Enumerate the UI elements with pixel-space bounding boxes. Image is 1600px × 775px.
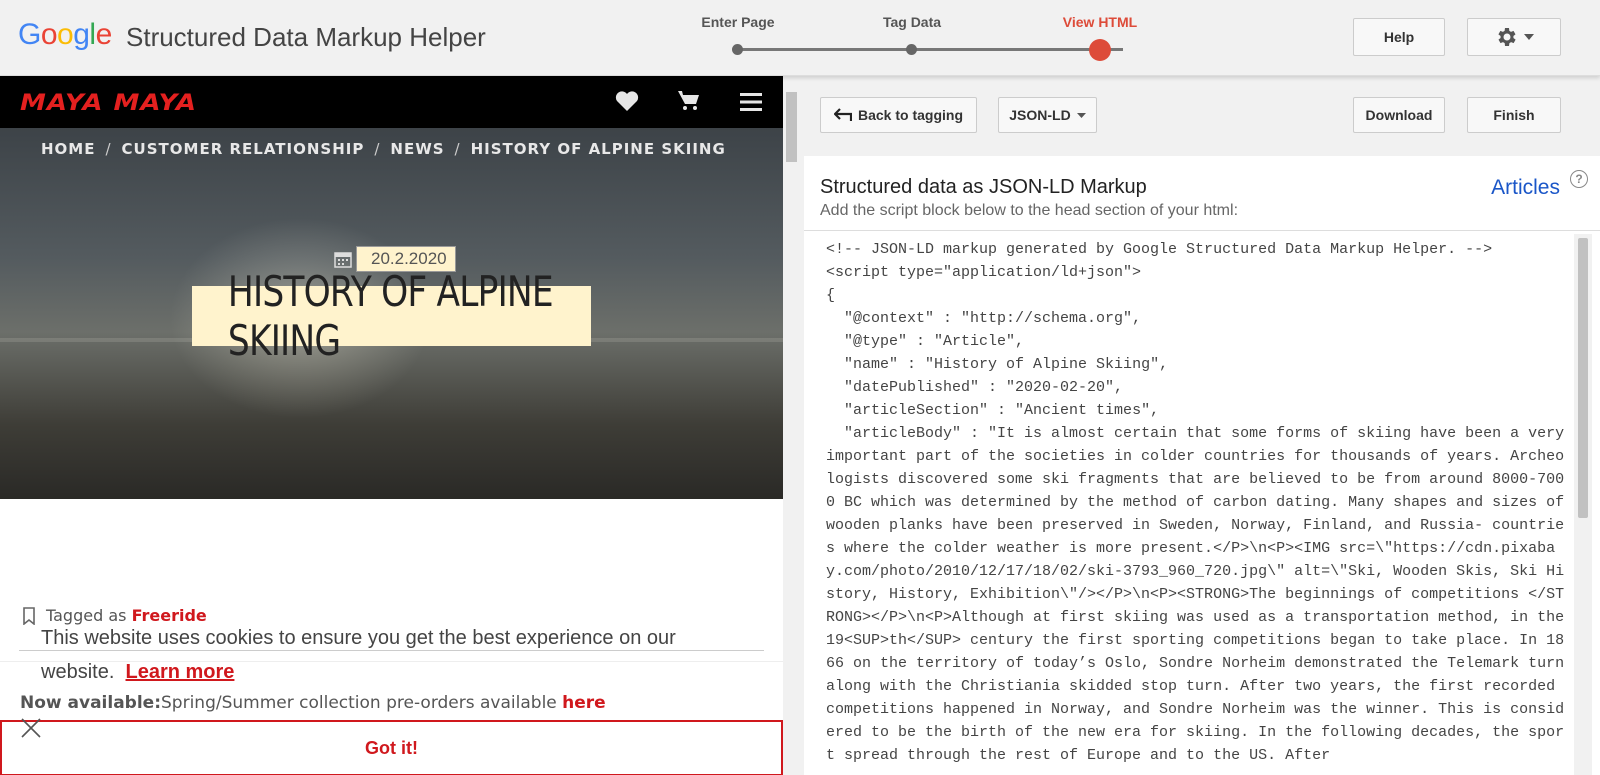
step-dot-enter-page	[732, 44, 743, 55]
step-tag-data: Tag Data	[882, 14, 942, 30]
headline-text: HISTORY OF ALPINE SKIING	[227, 267, 554, 365]
breadcrumb-home[interactable]: HOME	[41, 140, 95, 158]
settings-button[interactable]	[1467, 18, 1561, 56]
top-bar: Google Structured Data Markup Helper Ent…	[0, 0, 1600, 76]
breadcrumb-sep: /	[454, 140, 461, 158]
cookie-message: This website uses cookies to ensure you …	[41, 621, 741, 689]
breadcrumb-current: HISTORY OF ALPINE SKIING	[470, 140, 726, 158]
here-link[interactable]: here	[562, 693, 606, 713]
help-button[interactable]: Help	[1353, 18, 1445, 56]
calendar-icon	[334, 252, 352, 268]
heart-icon[interactable]	[615, 90, 639, 112]
cookie-banner: This website uses cookies to ensure you …	[0, 621, 783, 775]
available-text: Spring/Summer collection pre-orders avai…	[161, 693, 557, 713]
breadcrumb-sep: /	[374, 140, 381, 158]
help-icon[interactable]: ?	[1570, 170, 1588, 188]
format-label: JSON-LD	[1009, 107, 1071, 123]
markup-title: Structured data as JSON-LD Markup	[820, 176, 1147, 198]
help-button-label: Help	[1383, 29, 1415, 45]
step-dot-view-html	[1089, 39, 1111, 61]
step-dot-tag-data	[906, 44, 917, 55]
divider	[804, 230, 1600, 231]
output-panel: Back to tagging JSON-LD Download Finish …	[800, 76, 1600, 775]
breadcrumb-customer-relationship[interactable]: CUSTOMER RELATIONSHIP	[122, 140, 365, 158]
finish-label: Finish	[1493, 107, 1535, 123]
json-ld-code[interactable]: <!-- JSON-LD markup generated by Google …	[826, 238, 1566, 767]
site-header: MAYA MAYA	[0, 76, 783, 128]
article-headline: HISTORY OF ALPINE SKIING	[192, 267, 591, 365]
hero-image: HOME / CUSTOMER RELATIONSHIP / NEWS / HISTO…	[0, 128, 783, 499]
progress-steps: Enter Page Tag Data View HTML	[700, 14, 1140, 64]
got-it-button[interactable]: Got it!	[0, 720, 783, 775]
available-label: Now available:	[20, 693, 162, 713]
chevron-down-icon	[1076, 112, 1086, 118]
step-enter-page: Enter Page	[701, 14, 775, 30]
chevron-down-icon	[1524, 34, 1534, 40]
breadcrumb-sep: /	[105, 140, 112, 158]
download-button[interactable]: Download	[1353, 97, 1445, 133]
markup-card: Structured data as JSON-LD Markup Add th…	[804, 156, 1600, 775]
back-arrow-icon	[833, 108, 852, 121]
step-view-html: View HTML	[1062, 14, 1138, 30]
scrollbar-thumb[interactable]	[786, 92, 797, 162]
schema-type-link[interactable]: Articles	[1491, 176, 1560, 200]
format-select[interactable]: JSON-LD	[998, 97, 1097, 133]
step-line	[738, 48, 1123, 51]
site-logo[interactable]: MAYA MAYA	[20, 90, 197, 116]
app-title: Structured Data Markup Helper	[126, 22, 486, 52]
page-preview: MAYA MAYA HOME / CUSTOMER RELATIONSHIP / N…	[0, 76, 783, 775]
learn-more-link[interactable]: Learn more	[126, 661, 235, 683]
gear-icon	[1498, 28, 1516, 46]
got-it-label: Got it!	[365, 737, 418, 758]
close-icon[interactable]	[20, 717, 42, 739]
download-label: Download	[1365, 107, 1433, 123]
back-to-tagging-button[interactable]: Back to tagging	[820, 97, 977, 133]
cart-icon[interactable]	[677, 90, 701, 112]
preview-scrollbar[interactable]	[783, 76, 800, 775]
availability-notice: Now available:Spring/Summer collection p…	[20, 693, 606, 713]
code-scrollbar[interactable]	[1574, 234, 1592, 775]
menu-icon[interactable]	[740, 92, 762, 112]
breadcrumb-news[interactable]: NEWS	[390, 140, 444, 158]
markup-subtitle: Add the script block below to the head s…	[820, 202, 1239, 219]
google-logo: Google	[18, 18, 112, 51]
finish-button[interactable]: Finish	[1467, 97, 1561, 133]
back-label: Back to tagging	[857, 107, 963, 123]
breadcrumb: HOME / CUSTOMER RELATIONSHIP / NEWS / HISTO…	[41, 140, 726, 158]
scrollbar-thumb[interactable]	[1578, 238, 1588, 518]
